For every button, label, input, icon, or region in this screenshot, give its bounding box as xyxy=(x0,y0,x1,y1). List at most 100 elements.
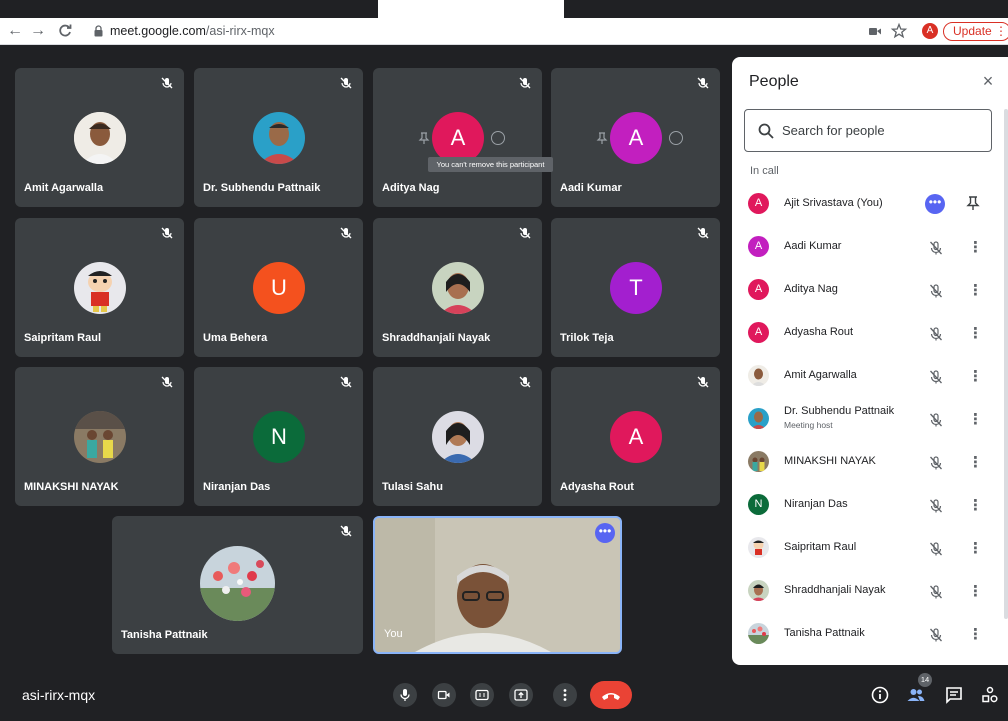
mic-off-icon xyxy=(340,525,352,537)
pin-icon[interactable] xyxy=(417,131,431,145)
mic-off-icon xyxy=(697,77,709,89)
more-options-icon[interactable]: ⋮ xyxy=(968,453,983,473)
participant-name: Saipritam Raul xyxy=(24,332,102,344)
info-icon[interactable] xyxy=(870,685,890,705)
person-name: Amit Agarwalla xyxy=(784,369,857,381)
update-button[interactable]: Update ⋮ xyxy=(943,22,1008,41)
avatar-photo xyxy=(253,112,305,164)
participant-name: Tulasi Sahu xyxy=(382,481,443,493)
people-list-item[interactable]: A Aditya Nag ⋮ xyxy=(732,271,1004,314)
avatar-photo xyxy=(748,537,769,558)
participant-name: Shraddhanjali Nayak xyxy=(382,332,491,344)
people-list-item[interactable]: A Ajit Srivastava (You) ••• xyxy=(732,185,1004,228)
person-name: MINAKSHI NAYAK xyxy=(784,455,876,467)
close-icon[interactable]: × xyxy=(980,72,996,90)
people-list-item[interactable]: Shraddhanjali Nayak ⋮ xyxy=(732,572,1004,615)
scrollbar[interactable] xyxy=(1004,109,1008,619)
pin-icon[interactable] xyxy=(966,195,980,211)
star-icon[interactable] xyxy=(890,22,908,40)
avatar-photo xyxy=(748,408,769,429)
address-bar[interactable]: meet.google.com/asi-rirx-mqx xyxy=(110,23,275,39)
video-tile[interactable]: Dr. Subhendu Pattnaik xyxy=(194,68,363,207)
people-list-item[interactable]: Dr. Subhendu Pattnaik Meeting host ⋮ xyxy=(732,400,1004,443)
microphone-button[interactable] xyxy=(393,683,417,707)
more-vert-icon xyxy=(563,689,567,701)
video-tile[interactable]: A Aadi Kumar xyxy=(551,68,720,207)
self-more-options-button[interactable]: ••• xyxy=(595,523,615,543)
video-tile[interactable]: Shraddhanjali Nayak xyxy=(373,218,542,357)
camera-indicator-icon[interactable] xyxy=(866,22,884,40)
more-options-icon[interactable]: ⋮ xyxy=(968,281,983,301)
person-name: Saipritam Raul xyxy=(784,541,857,553)
back-icon[interactable]: ← xyxy=(6,21,24,41)
meeting-code: asi-rirx-mqx xyxy=(22,687,96,703)
captions-button[interactable] xyxy=(470,683,494,707)
video-tile[interactable]: T Trilok Teja xyxy=(551,218,720,357)
video-tile[interactable]: Tulasi Sahu xyxy=(373,367,542,506)
people-list-item[interactable]: A Aadi Kumar ⋮ xyxy=(732,228,1004,271)
profile-avatar[interactable]: A xyxy=(922,23,938,39)
microphone-icon xyxy=(400,689,410,701)
more-options-icon[interactable]: ⋮ xyxy=(968,625,983,645)
more-options-icon[interactable]: ⋮ xyxy=(968,238,983,258)
reload-icon[interactable] xyxy=(56,21,74,41)
activities-icon[interactable] xyxy=(980,685,1000,705)
mic-off-icon xyxy=(930,284,942,298)
person-name: Shraddhanjali Nayak xyxy=(784,584,886,596)
mic-off-icon xyxy=(697,227,709,239)
more-options-icon[interactable]: ⋮ xyxy=(968,324,983,344)
person-name: Aditya Nag xyxy=(784,283,838,295)
search-box[interactable] xyxy=(744,109,992,152)
lock-icon[interactable] xyxy=(94,25,103,37)
people-list-item[interactable]: A Adyasha Rout ⋮ xyxy=(732,314,1004,357)
present-button[interactable] xyxy=(509,683,533,707)
mic-off-icon xyxy=(519,227,531,239)
mic-off-icon xyxy=(340,227,352,239)
people-list-item[interactable]: MINAKSHI NAYAK ⋮ xyxy=(732,443,1004,486)
people-list-item[interactable]: N Niranjan Das ⋮ xyxy=(732,486,1004,529)
mic-off-icon xyxy=(930,241,942,255)
video-tile[interactable]: N Niranjan Das xyxy=(194,367,363,506)
people-list-item[interactable]: Amit Agarwalla ⋮ xyxy=(732,357,1004,400)
remove-icon[interactable] xyxy=(669,131,683,145)
video-tile[interactable]: A Adyasha Rout xyxy=(551,367,720,506)
video-tile[interactable]: Tanisha Pattnaik xyxy=(112,516,363,654)
people-icon[interactable] xyxy=(906,685,926,705)
url-path: /asi-rirx-mqx xyxy=(205,24,275,38)
video-tile[interactable]: Saipritam Raul xyxy=(15,218,184,357)
chat-icon[interactable] xyxy=(944,685,964,705)
avatar-initial: N xyxy=(748,494,769,515)
more-options-button[interactable] xyxy=(553,683,577,707)
pin-icon[interactable] xyxy=(595,131,609,145)
active-tab[interactable] xyxy=(378,0,564,18)
people-list-item[interactable]: Tanisha Pattnaik ⋮ xyxy=(732,615,1004,658)
mic-off-icon xyxy=(519,376,531,388)
mic-off-icon xyxy=(930,456,942,470)
video-tile[interactable]: A Aditya Nag xyxy=(373,68,542,207)
avatar-photo xyxy=(748,365,769,386)
avatar-initial: A xyxy=(748,193,769,214)
search-input[interactable] xyxy=(782,118,982,143)
remove-icon[interactable] xyxy=(491,131,505,145)
mic-off-icon xyxy=(930,542,942,556)
more-options-button[interactable]: ••• xyxy=(925,194,945,214)
more-options-icon[interactable]: ⋮ xyxy=(968,410,983,430)
person-name: Tanisha Pattnaik xyxy=(784,627,865,639)
forward-icon[interactable]: → xyxy=(29,21,47,41)
avatar-initial: A xyxy=(748,322,769,343)
video-tile[interactable]: Amit Agarwalla xyxy=(15,68,184,207)
video-tile[interactable]: MINAKSHI NAYAK xyxy=(15,367,184,506)
avatar-initial: A xyxy=(610,411,662,463)
people-list-item[interactable]: Saipritam Raul ⋮ xyxy=(732,529,1004,572)
more-options-icon[interactable]: ⋮ xyxy=(968,582,983,602)
self-video-tile[interactable]: ••• You xyxy=(373,516,622,654)
video-tile[interactable]: U Uma Behera xyxy=(194,218,363,357)
avatar-photo xyxy=(432,411,484,463)
tooltip: You can't remove this participant xyxy=(428,157,553,172)
camera-button[interactable] xyxy=(432,683,456,707)
more-options-icon[interactable]: ⋮ xyxy=(968,367,983,387)
more-options-icon[interactable]: ⋮ xyxy=(968,496,983,516)
end-call-button[interactable] xyxy=(590,681,632,709)
more-options-icon[interactable]: ⋮ xyxy=(968,539,983,559)
person-name: Niranjan Das xyxy=(784,498,848,510)
